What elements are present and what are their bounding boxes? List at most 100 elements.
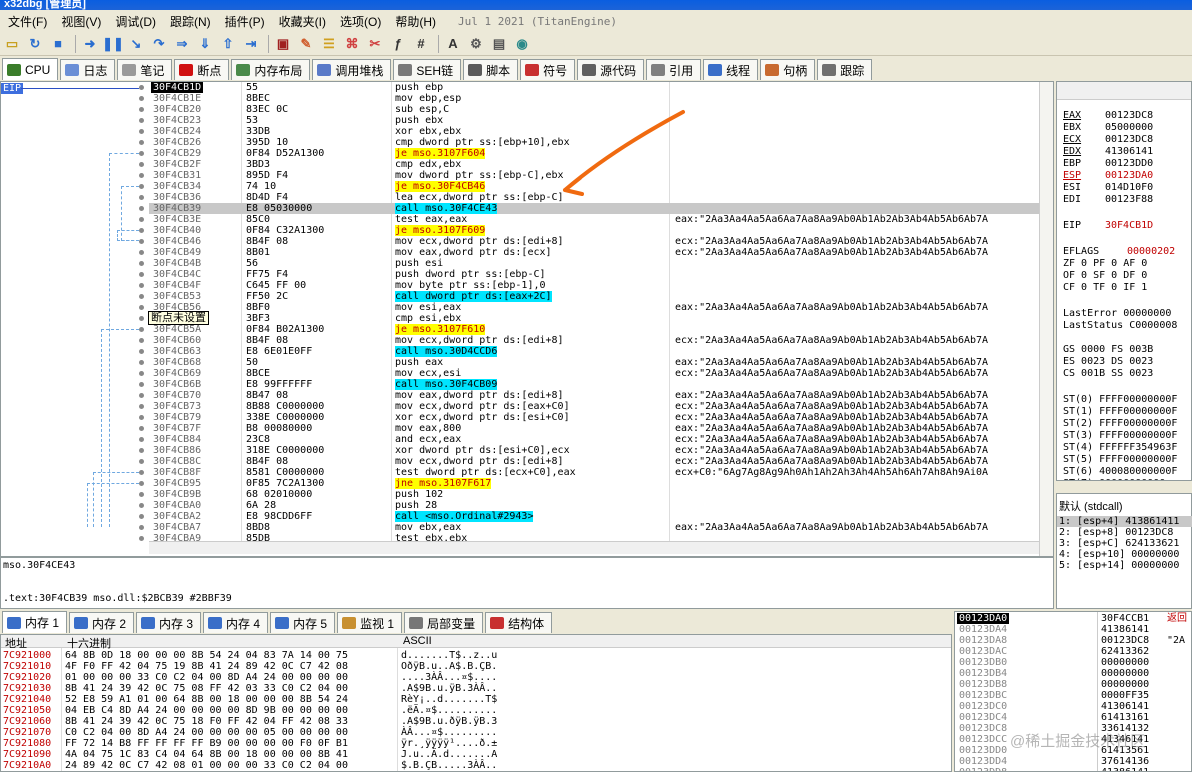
register-eflags[interactable]: EFLAGS 00000202 xyxy=(1063,246,1175,257)
breakpoint-dot[interactable] xyxy=(139,107,144,112)
call-arg-row[interactable]: 4: [esp+10] 00000000 xyxy=(1059,549,1179,560)
argument-icon[interactable]: # xyxy=(411,34,431,54)
flags-row[interactable]: ZF 0 PF 0 AF 0 xyxy=(1063,258,1147,269)
disasm-row[interactable]: 30F4CBA0 6A 28 push 28 xyxy=(149,500,1039,511)
tab-handles[interactable]: 句柄 xyxy=(760,59,816,80)
disasm-row[interactable]: 30F4CB5A 0F84 B02A1300 je mso.3107F610 xyxy=(149,324,1039,335)
breakpoint-dot[interactable] xyxy=(139,448,144,453)
breakpoint-dot[interactable] xyxy=(139,415,144,420)
breakpoint-dot[interactable] xyxy=(139,316,144,321)
breakpoint-dot[interactable] xyxy=(139,184,144,189)
disasm-row[interactable]: 30F4CB26 395D 10 cmp dword ptr ss:[ebp+10]… xyxy=(149,137,1039,148)
fpu-register[interactable]: ST(2) FFFF00000000F xyxy=(1063,418,1177,429)
disasm-row[interactable]: 30F4CB53 FF50 2C call dword ptr ds:[eax+2C… xyxy=(149,291,1039,302)
breakpoint-dot[interactable] xyxy=(139,173,144,178)
flags-row[interactable]: CF 0 TF 0 IF 1 xyxy=(1063,282,1147,293)
disasm-row[interactable]: 30F4CB23 53 push ebx xyxy=(149,115,1039,126)
memory-tab-6[interactable]: 局部变量 xyxy=(404,612,484,633)
stack-row[interactable]: 00123DA8 00123DC8 "2A xyxy=(955,635,1191,646)
memory-tab-2[interactable]: 内存 3 xyxy=(136,612,202,633)
stack-row[interactable]: 00123DAC 62413362 xyxy=(955,646,1191,657)
breakpoint-dot[interactable] xyxy=(139,327,144,332)
dump-row[interactable]: 7C921080 FF 72 14 B8 FF FF FF FF B9 00 00… xyxy=(1,738,951,749)
register-eip[interactable]: EIP 30F4CB1D xyxy=(1063,220,1153,231)
fpu-register[interactable]: ST(5) FFFF00000000F xyxy=(1063,454,1177,465)
disasm-row[interactable]: 30F4CBA2 E8 98CDD6FF call <mso.Ordinal#294… xyxy=(149,511,1039,522)
dump-row[interactable]: 7C921070 C0 C2 04 00 8D A4 24 00 00 00 00… xyxy=(1,727,951,738)
breakpoint-dot[interactable] xyxy=(139,437,144,442)
breakpoint-dot[interactable] xyxy=(139,195,144,200)
disasm-vertical-scrollbar[interactable] xyxy=(1039,82,1053,556)
disasm-row[interactable]: 30F4CB29 0F84 D52A1300 je mso.3107F604 xyxy=(149,148,1039,159)
memory-tab-0[interactable]: 内存 1 xyxy=(2,611,68,633)
tab-cpu[interactable]: CPU xyxy=(2,58,59,80)
breakpoint-dot[interactable] xyxy=(139,162,144,167)
disasm-row[interactable]: 30F4CB60 8B4F 08 mov ecx,dword ptr ds:[edi… xyxy=(149,335,1039,346)
run-icon[interactable]: ➜ xyxy=(80,34,100,54)
breakpoint-dot[interactable] xyxy=(139,514,144,519)
breakpoint-dot[interactable] xyxy=(139,360,144,365)
breakpoint-dot[interactable] xyxy=(139,151,144,156)
menu-item-6[interactable]: 选项(O) xyxy=(334,11,387,32)
disasm-row[interactable]: 30F4CB68 50 push eax eax:"2Aa3Aa4Aa5Aa6Aa7A… xyxy=(149,357,1039,368)
disasm-row[interactable]: 30F4CB69 8BCE mov ecx,esi ecx:"2Aa3Aa4Aa5Aa… xyxy=(149,368,1039,379)
disasm-row[interactable]: 30F4CB95 0F85 7C2A1300 jne mso.3107F617 xyxy=(149,478,1039,489)
breakpoint-dot[interactable] xyxy=(139,338,144,343)
dump-row[interactable]: 7C921050 04 EB C4 8D A4 24 00 00 00 00 8D… xyxy=(1,705,951,716)
stack-row[interactable]: 00123DB8 00000000 xyxy=(955,679,1191,690)
breakpoint-dot[interactable] xyxy=(139,349,144,354)
register-esi[interactable]: ESI 014D10F0 xyxy=(1063,182,1153,193)
menu-item-5[interactable]: 收藏夹(I) xyxy=(273,11,332,32)
tab-script[interactable]: 脚本 xyxy=(463,59,519,80)
dump-row[interactable]: 7C921020 01 00 00 00 33 C0 C2 04 00 8D A4… xyxy=(1,672,951,683)
disasm-row[interactable]: 30F4CBA7 8BD8 mov ebx,eax eax:"2Aa3Aa4Aa5Aa… xyxy=(149,522,1039,533)
disasm-horizontal-scrollbar[interactable] xyxy=(149,541,1039,554)
disasm-row[interactable]: 30F4CB8F 8581 C0000000 test dword ptr ds:[… xyxy=(149,467,1039,478)
breakpoint-dot[interactable] xyxy=(139,228,144,233)
tab-notes[interactable]: 笔记 xyxy=(117,59,173,80)
memory-tab-4[interactable]: 内存 5 xyxy=(270,612,336,633)
trace-over-icon[interactable]: ⇓ xyxy=(195,34,215,54)
menu-item-2[interactable]: 调试(D) xyxy=(109,11,162,32)
execute-till-return-icon[interactable]: ⇧ xyxy=(218,34,238,54)
comment-icon[interactable]: ☰ xyxy=(319,34,339,54)
disasm-row[interactable]: 30F4CB1E 8BEC mov ebp,esp xyxy=(149,93,1039,104)
disasm-row[interactable]: 30F4CB39 E8 05030000 call mso.30F4CE43 xyxy=(149,203,1039,214)
disasm-row[interactable]: 30F4CB4F C645 FF 00 mov byte ptr ss:[ebp-1… xyxy=(149,280,1039,291)
disasm-row[interactable]: 30F4CB49 8B01 mov eax,dword ptr ds:[ecx] ec… xyxy=(149,247,1039,258)
registers-pane[interactable]: EAX 00123DC8 EBX 05000000 ECX 00123DC8 EDX 4130… xyxy=(1056,81,1192,481)
breakpoint-dot[interactable] xyxy=(139,261,144,266)
menu-item-1[interactable]: 视图(V) xyxy=(55,11,107,32)
memory-dump-pane[interactable]: 地址 十六进制 ASCII 7C921000 64 8B 0D 18 00 00 … xyxy=(0,634,952,772)
stack-row[interactable]: 00123DD8 41386141 xyxy=(955,767,1191,771)
register-ebx[interactable]: EBX 05000000 xyxy=(1063,122,1153,133)
dump-row[interactable]: 7C921010 4F F0 FF 42 04 75 19 8B 41 24 89… xyxy=(1,661,951,672)
font-icon[interactable]: A xyxy=(443,34,463,54)
breakpoint-dot[interactable] xyxy=(139,283,144,288)
disasm-row[interactable]: 30F4CB2F 3BD3 cmp edx,ebx xyxy=(149,159,1039,170)
register-ecx[interactable]: ECX 00123DC8 xyxy=(1063,134,1153,145)
fpu-register[interactable]: ST(1) FFFF00000000F xyxy=(1063,406,1177,417)
breakpoint-dot[interactable] xyxy=(139,459,144,464)
breakpoint-dot[interactable] xyxy=(139,382,144,387)
flags-row[interactable]: OF 0 SF 0 DF 0 xyxy=(1063,270,1147,281)
stack-row[interactable]: 00123DA4 41386141 xyxy=(955,624,1191,635)
restart-icon[interactable]: ↻ xyxy=(25,34,45,54)
step-over-icon[interactable]: ↷ xyxy=(149,34,169,54)
disasm-row[interactable]: 30F4CB7F B8 00080000 mov eax,800 eax:"2Aa3A… xyxy=(149,423,1039,434)
tab-seh[interactable]: SEH链 xyxy=(393,59,462,80)
breakpoint-dot[interactable] xyxy=(139,393,144,398)
stack-row[interactable]: 00123DB0 00000000 xyxy=(955,657,1191,668)
menu-item-4[interactable]: 插件(P) xyxy=(219,11,271,32)
disasm-row[interactable]: 30F4CB36 8D4D F4 lea ecx,dword ptr ss:[ebp… xyxy=(149,192,1039,203)
breakpoint-dot[interactable] xyxy=(139,470,144,475)
memory-tab-1[interactable]: 内存 2 xyxy=(69,612,135,633)
label-icon[interactable]: ⌘ xyxy=(342,34,362,54)
disasm-row[interactable]: 30F4CB70 8B47 08 mov eax,dword ptr ds:[edi… xyxy=(149,390,1039,401)
stack-row[interactable]: 00123DBC 0000FF35 xyxy=(955,690,1191,701)
fpu-register[interactable]: ST(7) 00000000000 xyxy=(1063,478,1165,480)
tab-log[interactable]: 日志 xyxy=(60,59,116,80)
disasm-row[interactable]: 30F4CB583BF3cmp esi,ebx xyxy=(149,313,1039,324)
dump-row[interactable]: 7C921090 4A 04 75 1C 83 C4 04 64 8B 00 18… xyxy=(1,749,951,760)
breakpoint-dot[interactable] xyxy=(139,272,144,277)
